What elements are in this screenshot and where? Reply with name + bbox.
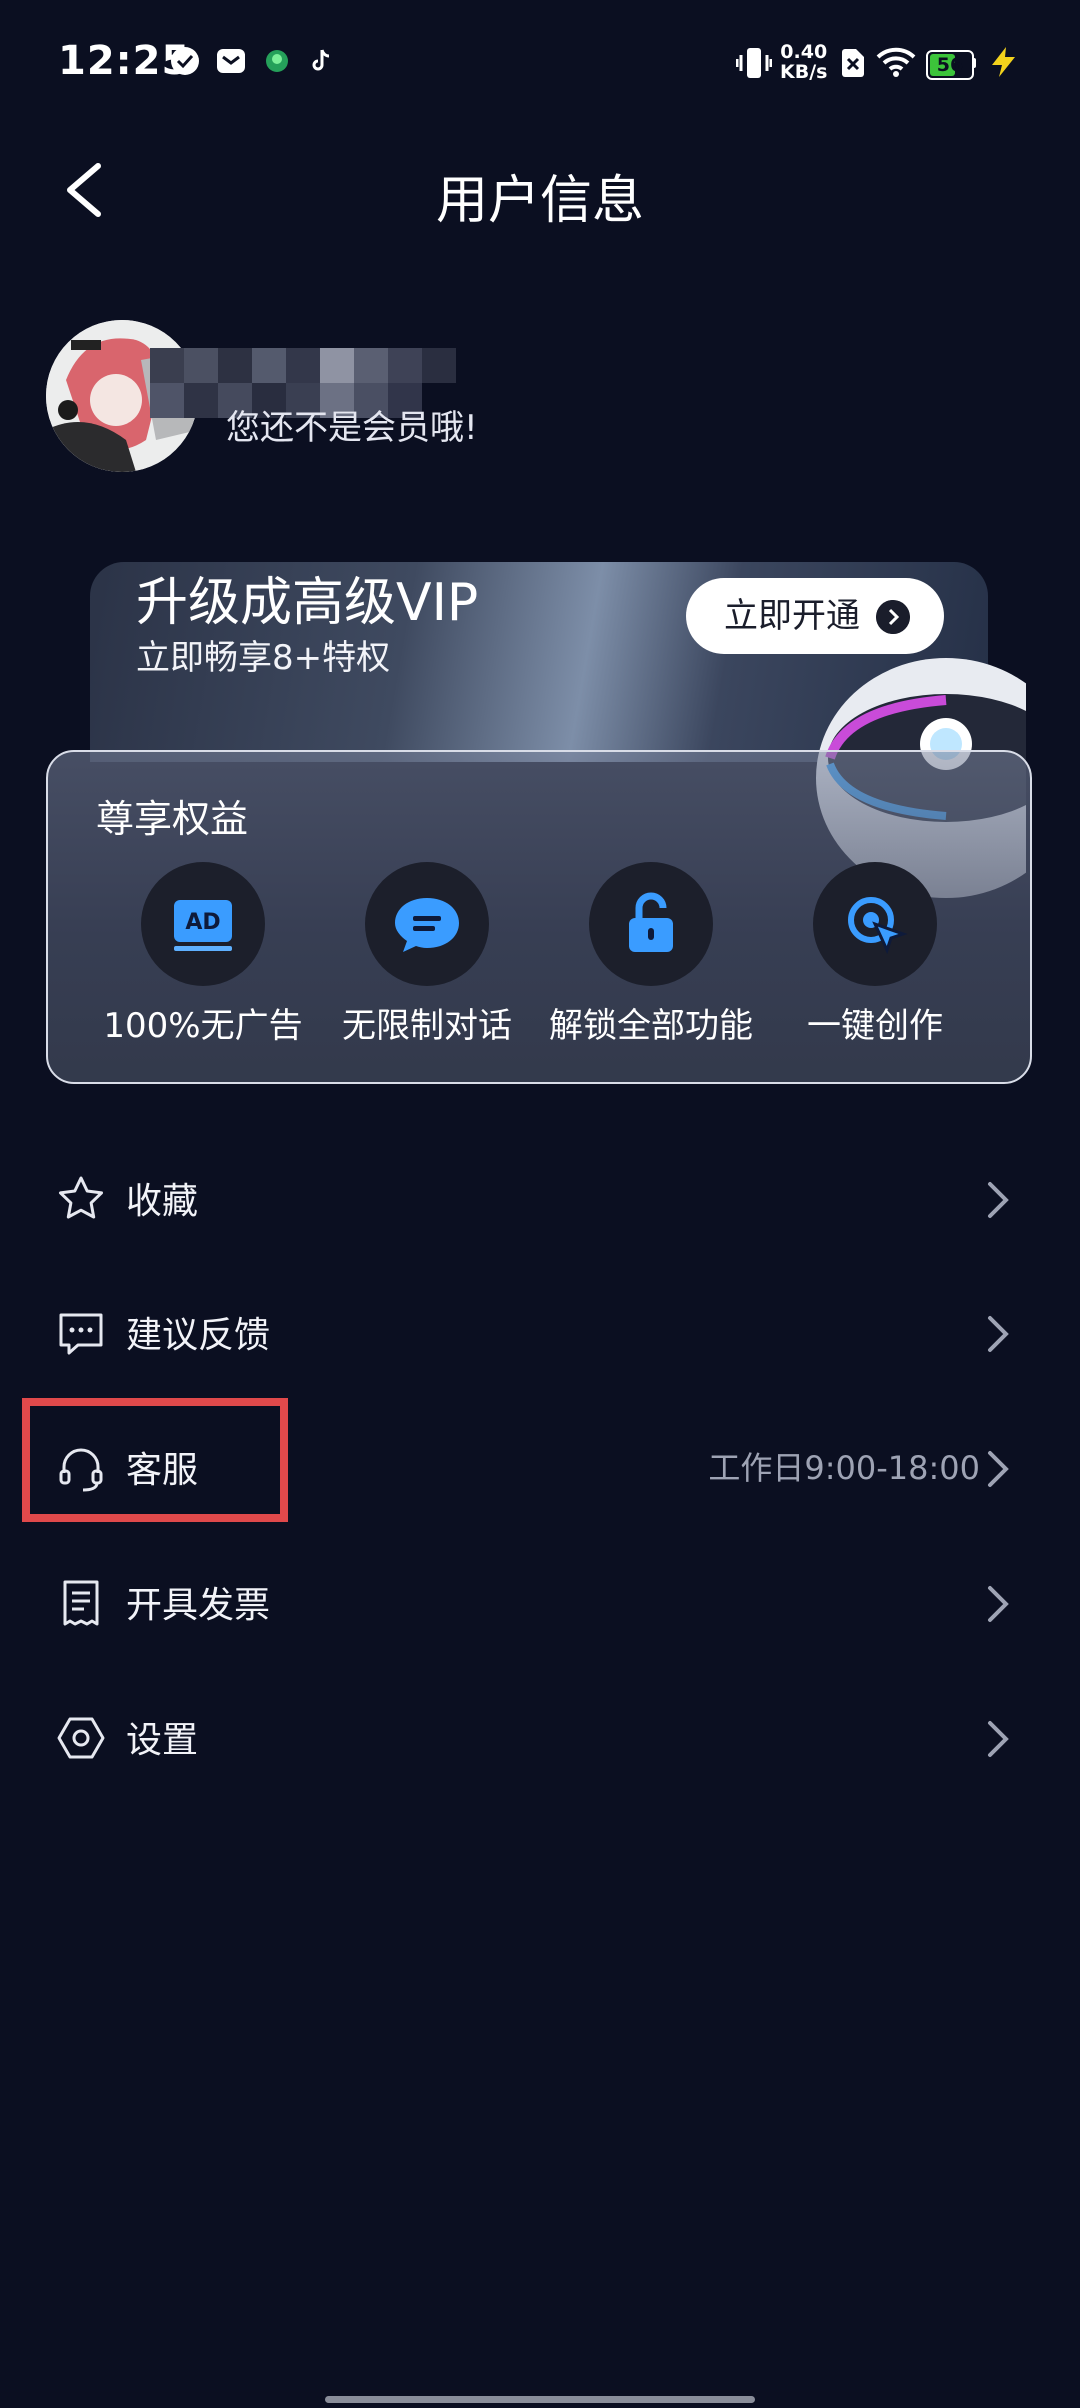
sim-off-icon [842,49,864,77]
page-title: 用户信息 [435,171,644,231]
benefits-title: 尊享权益 [96,797,249,841]
menu-item-favorites[interactable]: 收藏 [0,1144,1080,1254]
message-icon [217,49,245,73]
menu-item-invoice[interactable]: 开具发票 [0,1548,1080,1658]
battery-level: 56 [936,54,964,76]
benefit-label: 一键创作 [807,1006,943,1046]
vip-title: 升级成高级VIP [136,573,479,633]
chevron-right-icon [988,1451,1009,1487]
menu-item-label: 收藏 [126,1181,199,1222]
ad-free-icon: AD [141,862,265,986]
net-speed-value: 0.40 [780,41,828,63]
menu-item-label: 建议反馈 [126,1315,271,1356]
benefit-label: 100%无广告 [103,1006,303,1046]
battery-icon: 56 [926,50,974,80]
menu-item-label: 开具发票 [126,1585,271,1626]
chevron-right-icon [988,1721,1009,1757]
vip-activate-label: 立即开通 [724,596,860,636]
benefit-item-chat: 无限制对话 [315,862,539,1047]
invoice-icon [63,1580,99,1626]
menu-item-settings[interactable]: 设置 [0,1683,1080,1793]
service-hours: 工作日9:00-18:00 [708,1449,980,1487]
benefit-label: 解锁全部功能 [549,1006,753,1046]
vip-subtitle: 立即畅享8+特权 [136,638,391,678]
chevron-right-icon [988,1316,1009,1352]
benefits-panel: 尊享权益 AD 100%无广告 无限制对话 解锁全部功能 一键创作 [46,750,1032,1084]
settings-icon [57,1717,105,1759]
star-icon [59,1176,103,1219]
tiktok-icon [312,49,330,71]
net-speed: 0.40 KB/s [780,42,827,82]
benefit-item-unlock: 解锁全部功能 [539,862,763,1047]
benefit-item-ad-free: AD 100%无广告 [91,862,315,1047]
net-speed-unit: KB/s [780,61,828,83]
chevron-right-icon [988,1182,1009,1218]
app-icon [266,50,288,72]
vibrate-icon [736,48,772,78]
status-bar: 12:25 0.40 KB/s 56 [0,0,1080,130]
unlock-icon [589,862,713,986]
chevron-right-icon [988,1586,1009,1622]
highlight-box [22,1398,288,1522]
benefit-item-create: 一键创作 [763,862,987,1047]
home-indicator[interactable] [325,2396,755,2403]
wifi-icon [876,47,916,77]
check-circle-icon [171,47,199,75]
svg-text:AD: AD [185,910,220,935]
menu-item-label: 设置 [126,1720,199,1761]
vip-activate-button[interactable]: 立即开通 [686,578,944,654]
create-icon [813,862,937,986]
chevron-right-icon [876,600,910,634]
charging-icon [992,47,1015,77]
menu-item-feedback[interactable]: 建议反馈 [0,1278,1080,1388]
member-status-text: 您还不是会员哦! [226,408,478,448]
benefit-label: 无限制对话 [342,1006,512,1046]
feedback-icon [59,1313,103,1355]
chat-icon [365,862,489,986]
